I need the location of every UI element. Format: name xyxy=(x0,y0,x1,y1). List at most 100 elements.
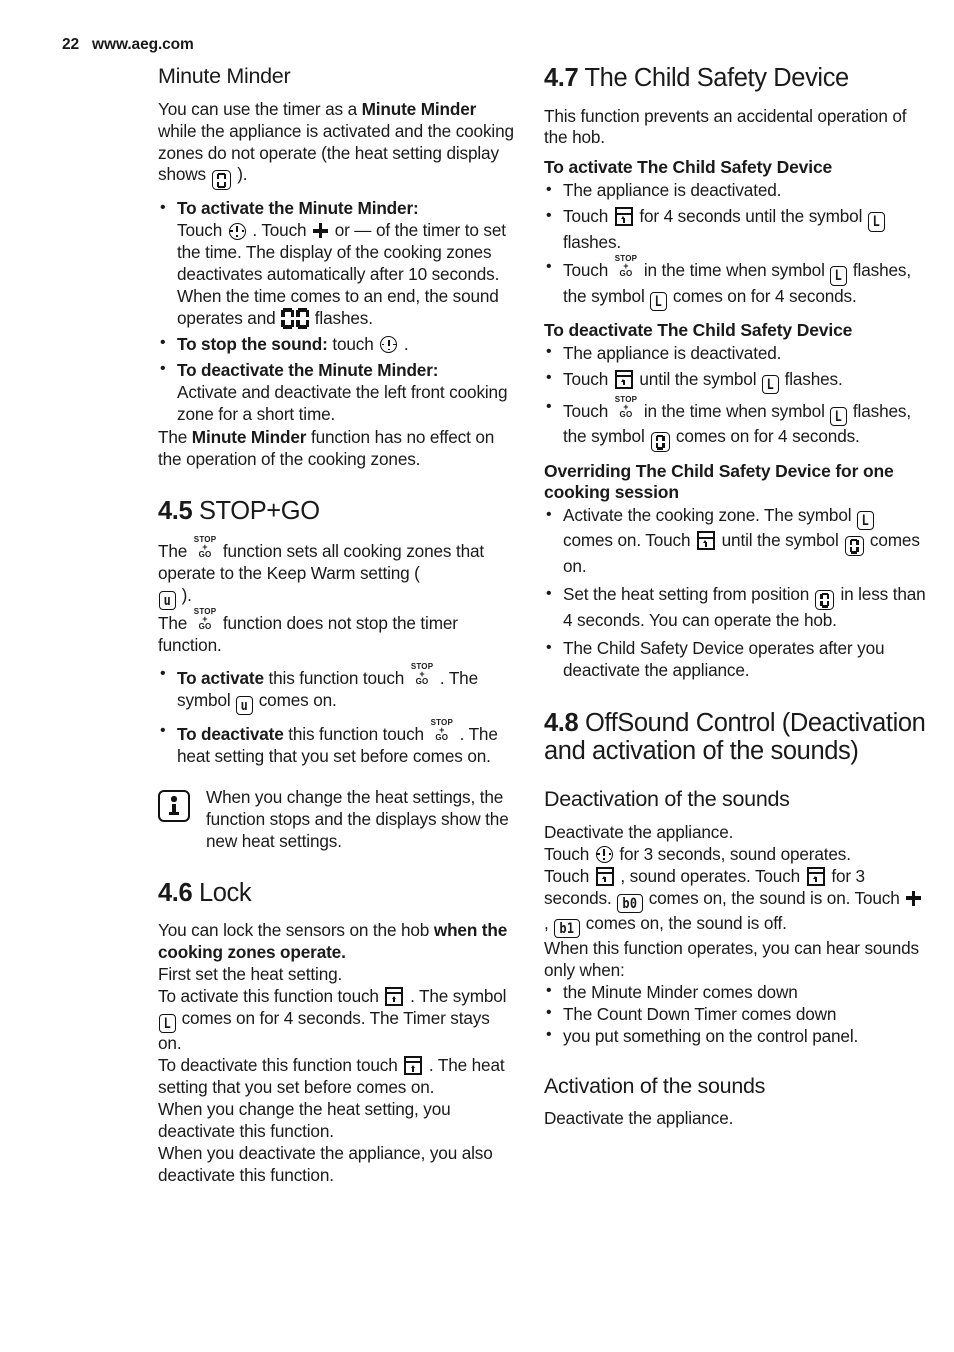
minute-minder-bullets: To activate the Minute Minder:Touch . To… xyxy=(158,198,514,425)
stop-go-icon: STOP + GO xyxy=(615,255,637,278)
info-note: When you change the heat settings, the f… xyxy=(158,787,514,853)
symbol-zero-icon xyxy=(815,590,835,611)
offsound-deactivation-p1: Deactivate the appliance. xyxy=(544,821,734,842)
lock-paragraph-2: To activate this function touch . The sy… xyxy=(158,986,514,1055)
symbol-b1-icon: b1 xyxy=(554,918,581,938)
symbol-l-icon: L xyxy=(830,266,848,286)
text-fragment: The xyxy=(158,613,192,634)
text-fragment: Set the heat setting from position xyxy=(563,584,814,605)
list-item: Touch until the symbol L flashes. xyxy=(544,368,928,394)
heading-deactivation-of-sounds: Deactivation of the sounds xyxy=(544,787,790,812)
section-number: 4.8 xyxy=(544,708,579,737)
heading-activate-child-safety: To activate The Child Safety Device xyxy=(544,157,833,178)
text-fragment: comes on for 4 seconds. xyxy=(671,426,860,447)
stopgo-go-label: GO xyxy=(619,409,633,419)
stop-go-icon: STOP + GO xyxy=(615,395,637,419)
offsound-deactivation-p4: When this function operates, you can hea… xyxy=(544,937,919,980)
heading-child-safety: 4.7 The Child Safety Device xyxy=(544,64,928,93)
lock-paragraph-3: To deactivate this function touch . The … xyxy=(158,1055,514,1099)
text-fragment: The xyxy=(158,541,192,562)
section-number: 4.5 xyxy=(158,496,193,525)
list-item: To activate this function touch STOP+GO … xyxy=(158,662,514,716)
list-item: The appliance is deactivated. xyxy=(544,180,928,202)
text-fragment: ). xyxy=(176,584,192,605)
text-fragment: , sound operates. Touch xyxy=(615,865,805,886)
stop-go-icon: STOP + GO xyxy=(431,719,453,742)
text-fragment: Touch xyxy=(544,865,594,886)
list-item: Set the heat setting from position in le… xyxy=(544,584,928,632)
text-fragment: until the symbol xyxy=(634,368,762,389)
page-header: 22 www.aeg.com xyxy=(62,36,194,54)
text-fragment: First set the heat setting. xyxy=(158,964,343,985)
lock-icon xyxy=(614,369,633,389)
text-fragment: comes on, the sound is on. Touch xyxy=(644,887,905,908)
timer-clock-icon xyxy=(380,336,398,354)
list-item: Touch STOP+GO in the time when symbol L … xyxy=(544,255,928,311)
stop-go-paragraph-1: The STOP + GO function sets all cooking zo… xyxy=(158,536,514,611)
symbol-double-zero-icon xyxy=(281,308,310,330)
symbol-l-icon: L xyxy=(830,406,848,427)
text-fragment: . Touch xyxy=(247,220,312,241)
text-fragment: Touch xyxy=(544,843,594,864)
text-bold: Minute Minder xyxy=(191,426,307,447)
lock-paragraph-5: When you deactivate the appliance, you a… xyxy=(158,1142,493,1185)
offsound-deactivation-p2: Touch for 3 seconds, sound operates. xyxy=(544,844,928,866)
text-fragment: flashes. xyxy=(779,368,843,389)
child-safety-deactivate-bullets: The appliance is deactivated. Touch unti… xyxy=(544,342,928,453)
text-fragment: comes on for 4 seconds. The Timer stays … xyxy=(158,1007,490,1054)
symbol-u-icon: u xyxy=(159,590,176,611)
left-column: Minute Minder You can use the timer as a… xyxy=(158,64,514,1187)
stopgo-go-label: GO xyxy=(415,676,429,686)
stopgo-go-label: GO xyxy=(198,550,212,560)
list-item: The Child Safety Device operates after y… xyxy=(544,638,928,682)
heading-offsound-control: 4.8 OffSound Control (Deactivation and a… xyxy=(544,709,928,766)
text-fragment: . xyxy=(399,333,409,354)
list-item: The Count Down Timer comes down xyxy=(544,1003,928,1026)
text-fragment: Touch xyxy=(563,400,613,421)
heading-minute-minder: Minute Minder xyxy=(158,64,291,88)
text-fragment: Activate and deactivate the left front c… xyxy=(177,381,508,424)
text-fragment: touch xyxy=(327,333,379,354)
page-number: 22 xyxy=(62,36,80,53)
text-fragment: To deactivate this function touch xyxy=(158,1055,403,1076)
offsound-sound-conditions: the Minute Minder comes down The Count D… xyxy=(544,981,928,1048)
lock-icon xyxy=(404,1056,423,1076)
text-fragment: The appliance is deactivated. xyxy=(563,180,782,201)
text-fragment: until the symbol xyxy=(717,530,844,551)
list-item: The appliance is deactivated. xyxy=(544,342,928,365)
symbol-u-icon: u xyxy=(236,695,254,716)
heading-activation-of-sounds: Activation of the sounds xyxy=(544,1073,766,1098)
text-fragment: flashes. xyxy=(310,308,373,329)
text-fragment: in the time when symbol xyxy=(639,400,830,421)
text-fragment: Activate the cooking zone. The symbol xyxy=(563,505,857,526)
symbol-zero-icon xyxy=(212,170,232,191)
text-bold: To deactivate the Minute Minder: xyxy=(177,359,439,380)
text-bold: To deactivate xyxy=(177,724,284,745)
text-bold: Minute Minder xyxy=(361,98,477,119)
stopgo-go-label: GO xyxy=(619,269,633,279)
stop-go-icon: STOP + GO xyxy=(411,662,433,686)
symbol-l-icon: L xyxy=(762,374,779,394)
lock-icon xyxy=(614,207,633,227)
text-fragment: Touch xyxy=(563,206,613,227)
website-url: www.aeg.com xyxy=(92,36,194,53)
symbol-b0-icon: b0 xyxy=(617,893,644,913)
lock-icon xyxy=(806,866,825,886)
section-title: Lock xyxy=(198,878,252,907)
symbol-l-icon: L xyxy=(857,511,874,531)
list-item: the Minute Minder comes down xyxy=(544,981,928,1004)
offsound-deactivation-p3: Touch , sound operates. Touch for 3 seco… xyxy=(544,866,928,938)
text-fragment: this function touch xyxy=(283,724,429,745)
list-item: To deactivate this function touch STOP+G… xyxy=(158,719,514,768)
stopgo-go-label: GO xyxy=(435,733,449,743)
minute-minder-closing: The Minute Minder function has no effect… xyxy=(158,427,514,471)
content-columns: Minute Minder You can use the timer as a… xyxy=(0,64,954,1187)
text-fragment: this function touch xyxy=(263,667,409,688)
symbol-zero-icon xyxy=(650,432,670,453)
heading-deactivate-child-safety: To deactivate The Child Safety Device xyxy=(544,319,853,340)
text-fragment: Touch xyxy=(563,368,613,389)
plus-icon xyxy=(906,890,922,906)
section-title: STOP+GO xyxy=(198,496,320,525)
stop-go-paragraph-2: The STOP + GO function does not stop the t… xyxy=(158,608,514,657)
text-bold: To activate xyxy=(177,667,264,688)
